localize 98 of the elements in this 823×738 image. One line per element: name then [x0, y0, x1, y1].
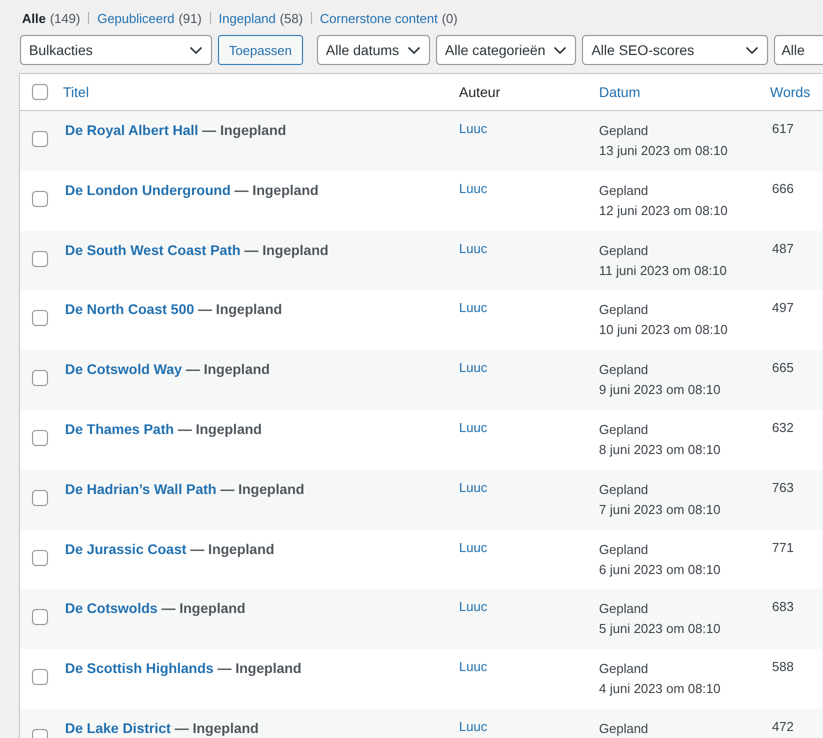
post-title: De Thames Path — Ingepland — [64, 420, 263, 439]
post-date: 9 juni 2023 om 08:10 — [599, 381, 722, 400]
post-status: Gepland — [599, 361, 650, 380]
author-link[interactable]: Luuc — [459, 359, 488, 376]
post-title-link[interactable]: De Royal Albert Hall — [65, 122, 198, 138]
post-status: Gepland — [599, 182, 650, 200]
post-title-link[interactable]: De Hadrian’s Wall Path — [65, 480, 216, 497]
post-title: De London Underground — Ingepland — [64, 180, 320, 200]
word-count: 497 — [771, 299, 794, 316]
post-title-link[interactable]: De Scottish Highlands — [65, 660, 214, 676]
checkbox[interactable] — [32, 190, 48, 207]
chevron-down-icon — [407, 46, 422, 54]
post-date: 4 juni 2023 om 08:10 — [599, 680, 722, 698]
post-title-link[interactable]: De Cotswold Way — [65, 361, 182, 378]
post-title-link[interactable]: De North Coast 500 — [65, 301, 194, 318]
post-title-link[interactable]: De Cotswolds — [65, 600, 158, 616]
post-date: 13 juni 2023 om 08:10 — [599, 142, 729, 160]
post-date: 8 juni 2023 om 08:10 — [599, 440, 722, 459]
word-count: 683 — [771, 598, 794, 614]
filter-dropdown[interactable]: Alle datums — [316, 35, 430, 65]
checkbox[interactable] — [32, 490, 48, 506]
post-date: 11 juni 2023 om 08:10 — [599, 262, 728, 280]
status-filter-link[interactable]: Alle — [22, 10, 46, 26]
status-count: (58) — [280, 10, 303, 26]
post-title: De South West Coast Path — Ingepland — [64, 240, 330, 260]
checkbox[interactable] — [32, 250, 48, 267]
author-link[interactable]: Luuc — [459, 658, 488, 674]
post-status: Gepland — [599, 660, 650, 678]
checkbox[interactable] — [32, 84, 48, 100]
word-count: 665 — [771, 359, 794, 376]
checkbox[interactable] — [32, 310, 48, 326]
apply-button[interactable]: Toepassen — [218, 35, 303, 65]
post-title: De Jurassic Coast — Ingepland — [64, 540, 276, 559]
column-header[interactable]: Datum — [599, 84, 770, 100]
post-title: De Royal Albert Hall — Ingepland — [64, 121, 288, 140]
filter-dropdown[interactable]: Alle — [774, 35, 823, 65]
checkbox[interactable] — [32, 131, 48, 147]
post-date: 6 juni 2023 om 08:10 — [599, 560, 722, 579]
author-link[interactable]: Luuc — [459, 538, 488, 555]
author-link[interactable]: Luuc — [459, 418, 488, 435]
column-header[interactable]: Words — [770, 84, 822, 100]
post-title-link[interactable]: De South West Coast Path — [65, 242, 241, 258]
post-title-link[interactable]: De Lake District — [65, 720, 171, 736]
chevron-down-icon — [553, 46, 568, 54]
checkbox[interactable] — [32, 609, 48, 626]
word-count: 763 — [771, 478, 794, 495]
status-filter-link[interactable]: Gepubliceerd — [97, 10, 175, 26]
post-title: De North Coast 500 — Ingepland — [64, 300, 284, 320]
column-header: Auteur — [459, 84, 502, 100]
post-title: De Cotswolds — Ingepland — [64, 599, 246, 618]
chevron-down-icon — [745, 46, 760, 54]
post-status: Gepland — [599, 122, 650, 140]
post-status: Gepland — [599, 600, 650, 618]
author-link[interactable]: Luuc — [459, 180, 488, 196]
column-header[interactable]: Titel — [63, 84, 459, 100]
post-status: Gepland — [599, 420, 650, 439]
post-status: Gepland — [599, 720, 650, 738]
status-filter-link[interactable]: Cornerstone content — [320, 10, 438, 26]
author-link[interactable]: Luuc — [459, 299, 488, 316]
filter-dropdown[interactable]: Alle SEO-scores — [582, 35, 768, 65]
post-date: 10 juni 2023 om 08:10 — [599, 321, 729, 340]
word-count: 632 — [771, 418, 794, 435]
post-title-link[interactable]: De Thames Path — [65, 420, 174, 437]
author-link[interactable]: Luuc — [459, 120, 488, 136]
post-date: 12 juni 2023 om 08:10 — [599, 202, 729, 220]
filter-dropdown[interactable]: Alle categorieën — [436, 35, 576, 65]
post-title: De Scottish Highlands — Ingepland — [64, 659, 302, 678]
author-link[interactable]: Luuc — [459, 718, 488, 734]
word-count: 472 — [771, 718, 794, 734]
post-status: Gepland — [599, 480, 650, 499]
post-title: De Hadrian’s Wall Path — Ingepland — [64, 480, 306, 499]
word-count: 771 — [771, 538, 794, 555]
author-link[interactable]: Luuc — [459, 598, 488, 614]
bulk-actions-dropdown[interactable]: Bulkacties — [20, 35, 212, 65]
status-count: (149) — [50, 10, 80, 26]
post-title-link[interactable]: De Jurassic Coast — [65, 540, 186, 557]
checkbox[interactable] — [32, 430, 48, 446]
author-link[interactable]: Luuc — [459, 240, 488, 256]
author-link[interactable]: Luuc — [459, 478, 488, 495]
post-status: Gepland — [599, 301, 650, 320]
post-title-link[interactable]: De London Underground — [65, 182, 231, 198]
word-count: 617 — [771, 120, 794, 136]
status-count: (91) — [178, 10, 202, 26]
post-date: 7 juni 2023 om 08:10 — [599, 500, 722, 519]
post-status: Gepland — [599, 242, 650, 260]
status-count: (0) — [442, 10, 458, 26]
checkbox[interactable] — [32, 669, 48, 686]
word-count: 588 — [771, 658, 794, 674]
post-title: De Lake District — Ingepland — [64, 718, 260, 738]
post-title: De Cotswold Way — Ingepland — [64, 360, 271, 380]
checkbox[interactable] — [32, 370, 48, 386]
post-status: Gepland — [599, 540, 650, 559]
post-date: 5 juni 2023 om 08:10 — [599, 620, 722, 638]
status-filter-link[interactable]: Ingepland — [218, 10, 276, 26]
word-count: 487 — [771, 240, 794, 256]
word-count: 666 — [771, 180, 794, 196]
checkbox[interactable] — [32, 550, 48, 566]
chevron-down-icon — [189, 46, 203, 54]
